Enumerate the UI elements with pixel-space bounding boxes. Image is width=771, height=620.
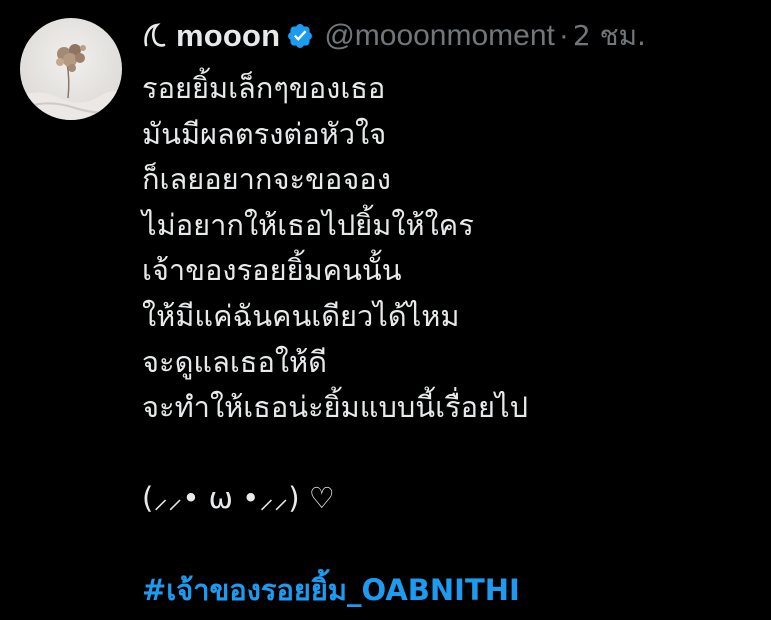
author-name-link[interactable]: mooon [142,18,324,54]
tweet-line: ก็เลยอยากจะขอจอง [142,162,391,197]
header-separator: · [558,19,569,52]
avatar[interactable] [20,18,122,120]
author-handle[interactable]: @mooonmoment [324,19,555,53]
tweet-line: มันมีผลตรงต่อหัวใจ [142,116,387,151]
tweet-line: จะทำให้เธอน่ะยิ้มแบบนี้เรื่อยไป [142,390,529,425]
author-display-name: mooon [176,18,281,53]
tweet-line: ไม่อยากให้เธอไปยิ้มให้ใคร [142,207,474,242]
avatar-image [20,18,122,120]
tweet-header: mooon @mooonmoment · 2 ชม. [142,14,646,58]
tweet-text: รอยยิ้มเล็กๆของเธอ มันมีผลตรงต่อหัวใจ ก็… [142,66,762,613]
tweet-timestamp[interactable]: 2 ชม. [573,14,646,58]
tweet-line: เจ้าของรอยยิ้มคนนั้น [142,253,402,288]
tweet-emoticon: (⸝⸝• ω •⸝⸝) ♡ [142,481,335,516]
tweet-line: จะดูแลเธอให้ดี [142,344,328,379]
verified-badge-icon [288,24,313,48]
tweet[interactable]: mooon @mooonmoment · 2 ชม. รอยยิ้มเล็กๆข… [0,0,771,620]
tweet-line: รอยยิ้มเล็กๆของเธอ [142,71,386,105]
hashtag-link[interactable]: #เจ้าของรอยยิ้ม_OABNITHI [142,568,762,614]
crescent-moon-icon [144,23,166,47]
tweet-line: ให้มีแค่ฉันคนเดียวได้ไหม [142,298,460,333]
